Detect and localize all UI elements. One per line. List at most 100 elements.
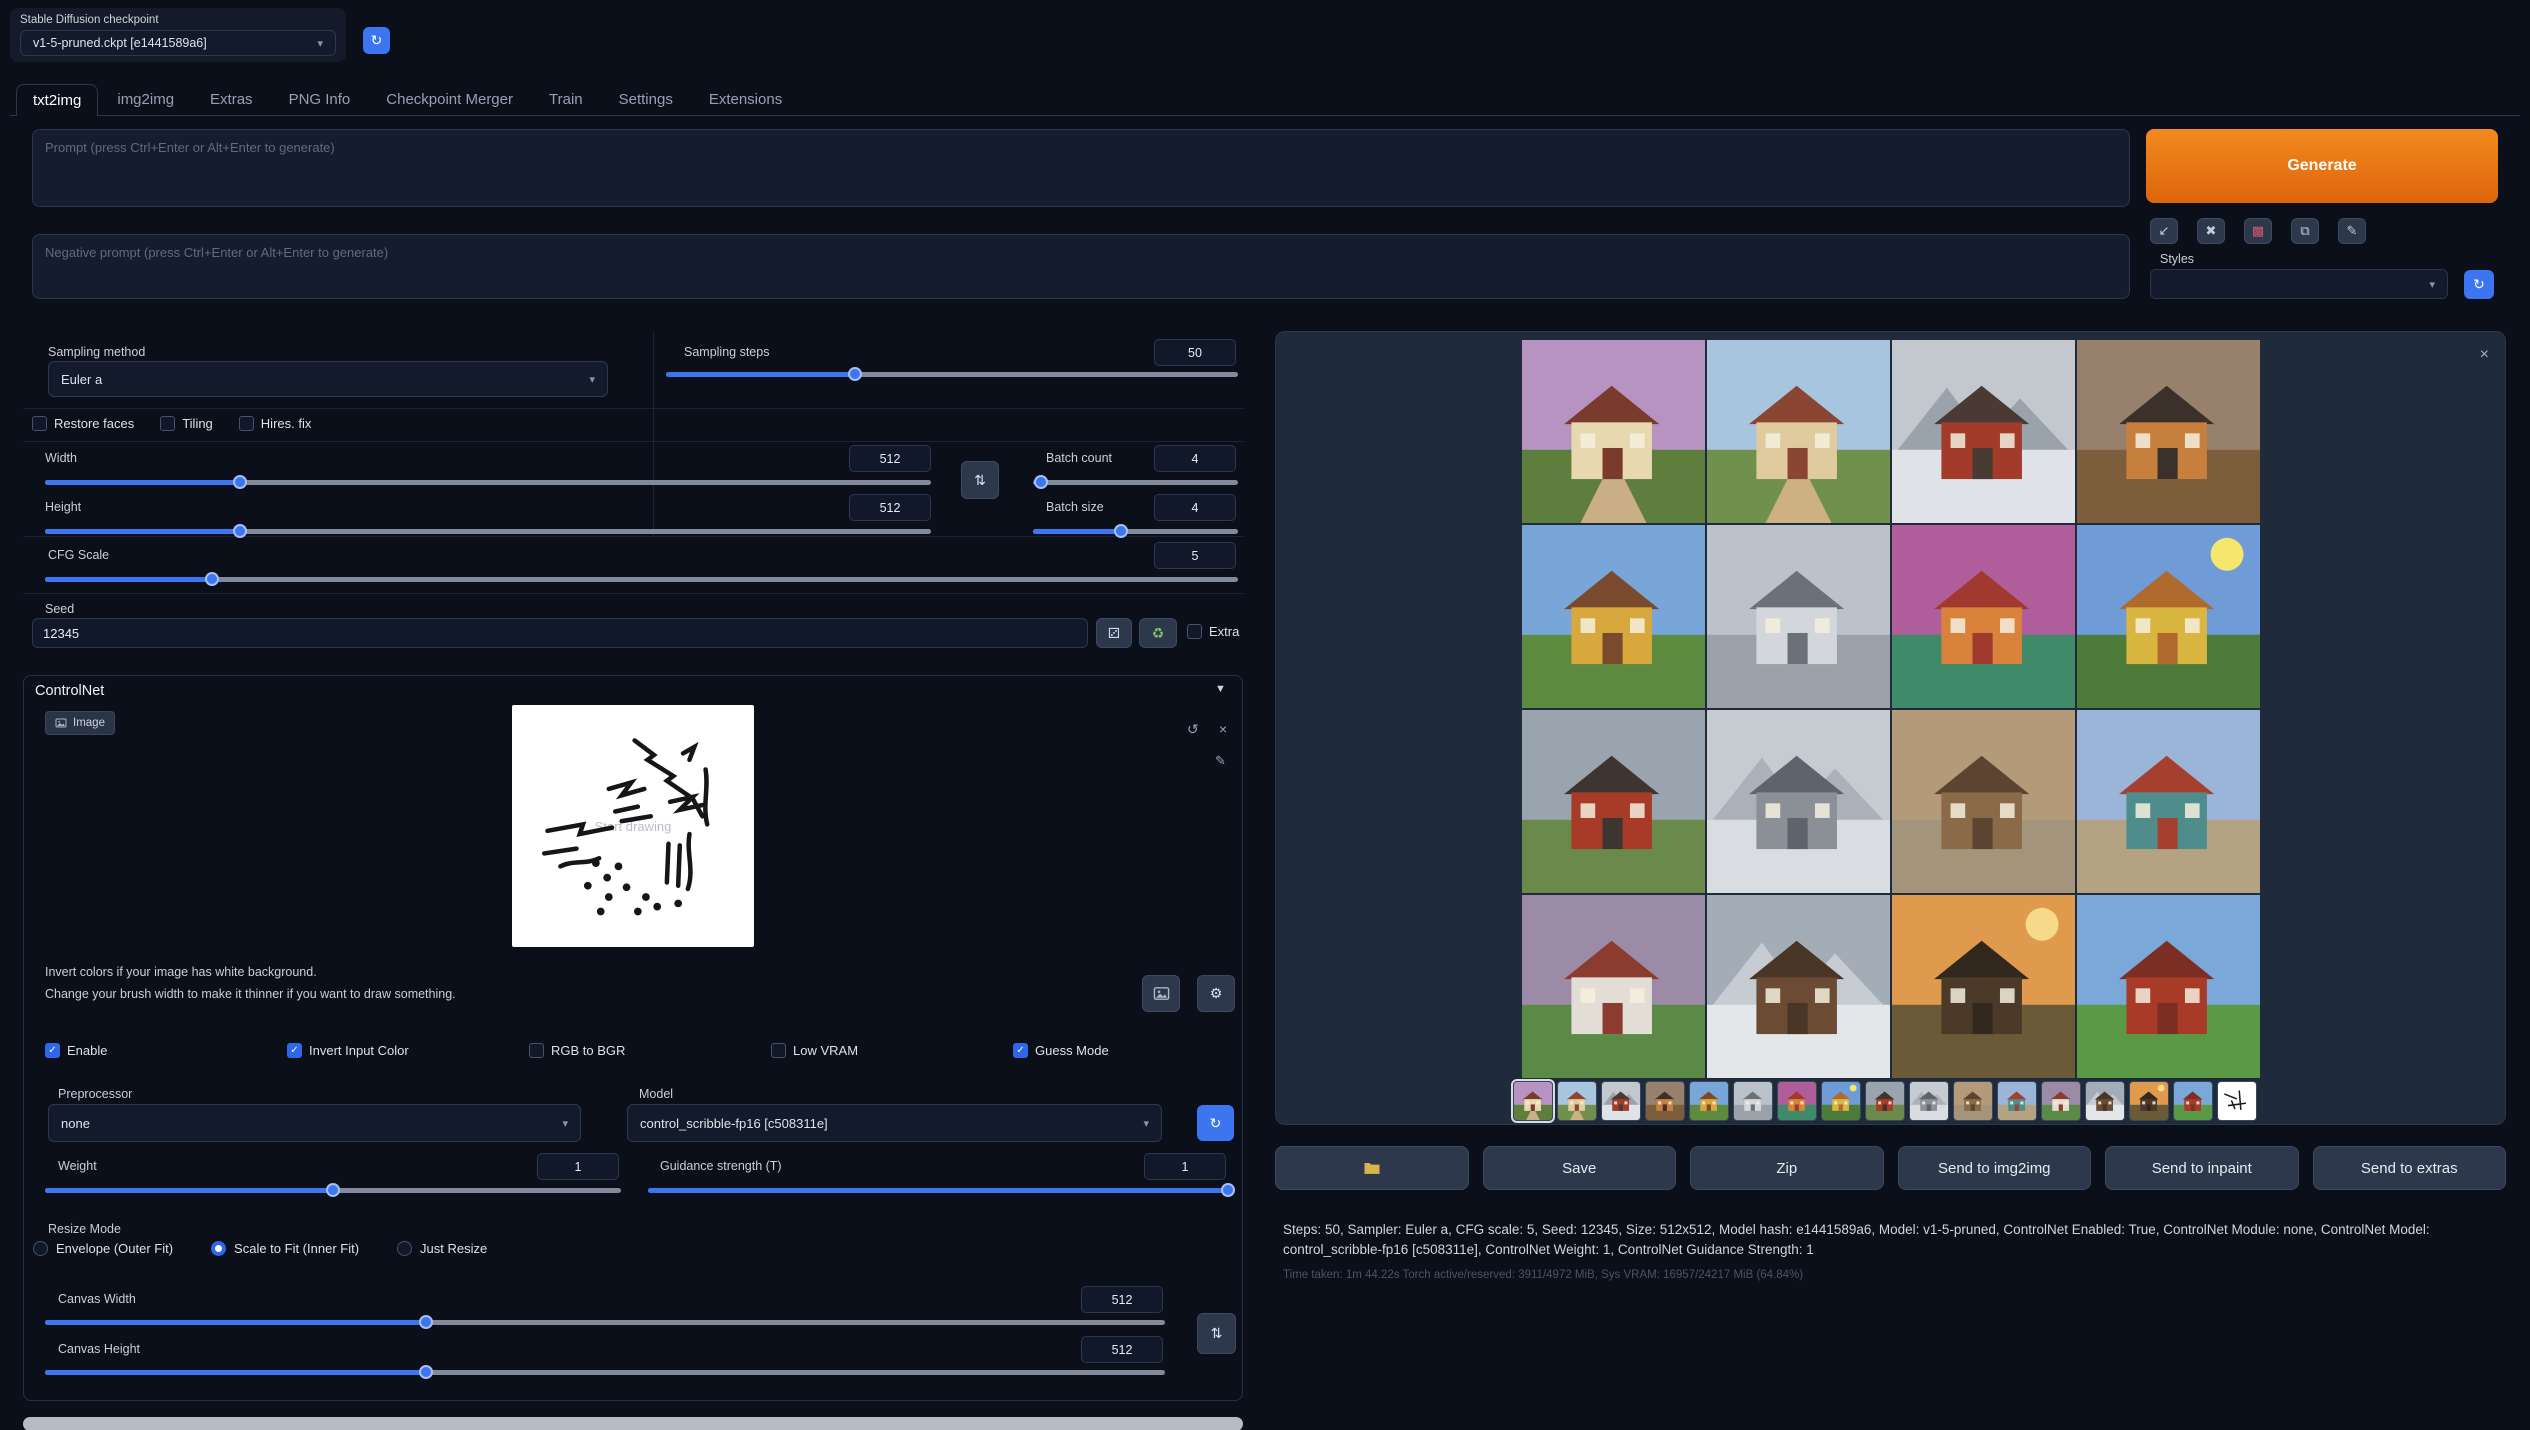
prompt-input[interactable] [32,129,2130,207]
save-button[interactable]: Save [1483,1146,1677,1190]
gallery-thumbnail[interactable] [1601,1081,1641,1121]
controlnet-image-tab[interactable]: Image [45,711,115,735]
tab-train[interactable]: Train [532,83,600,115]
gallery-thumbnail[interactable] [1821,1081,1861,1121]
slider-handle[interactable] [419,1315,433,1329]
guidance-strength-slider[interactable] [648,1183,1234,1197]
controlnet-title[interactable]: ControlNet [35,683,104,699]
slider-handle[interactable] [233,524,247,538]
guidance-strength-value[interactable]: 1 [1144,1153,1226,1180]
tab-checkpoint-merger[interactable]: Checkpoint Merger [369,83,530,115]
checkbox-invert-input-color[interactable]: ✓Invert Input Color [287,1043,529,1058]
batch-size-slider[interactable] [1033,524,1238,538]
slider-handle[interactable] [205,572,219,586]
sampling-steps-slider[interactable] [666,367,1238,381]
accordion-caret-icon[interactable]: ▼ [1215,683,1226,695]
model-select[interactable]: control_scribble-fp16 [c508311e] ▾ [627,1104,1162,1142]
sampling-method-select[interactable]: Euler a ▾ [48,361,608,397]
slider-handle[interactable] [848,367,862,381]
gallery-image[interactable] [1892,710,2075,893]
new-canvas-button[interactable] [1142,975,1180,1012]
open-folder-button[interactable] [1275,1146,1469,1190]
refresh-model-button[interactable]: ↻ [1197,1105,1234,1141]
random-seed-button[interactable]: ⚂ [1096,618,1132,648]
tab-extras[interactable]: Extras [193,83,270,115]
clear-image-icon[interactable]: × [1219,721,1227,737]
height-slider[interactable] [45,524,931,538]
gallery-thumbnail[interactable] [2085,1081,2125,1121]
gallery-image[interactable] [1522,340,1705,523]
swap-width-height-button[interactable]: ⇅ [961,461,999,499]
refresh-checkpoint-button[interactable]: ↻ [363,27,390,54]
checkbox-rgb-to-bgr[interactable]: RGB to BGR [529,1043,771,1058]
gallery-thumbnail[interactable] [1557,1081,1597,1121]
tab-txt2img[interactable]: txt2img [16,84,98,116]
refresh-styles-button[interactable]: ↻ [2464,270,2494,299]
swap-canvas-dimensions-button[interactable]: ⇅ [1197,1313,1236,1354]
batch-size-value[interactable]: 4 [1154,494,1236,521]
width-value[interactable]: 512 [849,445,931,472]
gallery-thumbnail[interactable] [1513,1081,1553,1121]
checkbox-enable[interactable]: ✓Enable [45,1043,287,1058]
generate-button[interactable]: Generate [2146,129,2498,203]
canvas-height-slider[interactable] [45,1365,1165,1379]
gallery-image[interactable] [1522,895,1705,1078]
gallery-image[interactable] [1707,895,1890,1078]
canvas-height-value[interactable]: 512 [1081,1336,1163,1363]
gallery-thumbnail[interactable] [2129,1081,2169,1121]
canvas-width-value[interactable]: 512 [1081,1286,1163,1313]
radio-just-resize[interactable]: Just Resize [397,1241,487,1256]
gallery-thumbnail[interactable] [1777,1081,1817,1121]
gallery-image[interactable] [2077,895,2260,1078]
batch-count-value[interactable]: 4 [1154,445,1236,472]
tab-img2img[interactable]: img2img [100,83,191,115]
checkbox-hires-fix[interactable]: Hires. fix [239,416,312,431]
tab-extensions[interactable]: Extensions [692,83,799,115]
controlnet-drawing-canvas[interactable]: Start drawing [512,705,754,947]
brush-icon[interactable]: ✎ [1215,753,1226,769]
gallery-image[interactable] [1892,340,2075,523]
gallery-image[interactable] [2077,340,2260,523]
gallery-image[interactable] [1707,710,1890,893]
gallery-thumbnail[interactable] [2217,1081,2257,1121]
cfg-scale-value[interactable]: 5 [1154,542,1236,569]
gallery-image[interactable] [1707,340,1890,523]
preprocessor-select[interactable]: none ▾ [48,1104,581,1142]
gallery-thumbnail[interactable] [1645,1081,1685,1121]
tab-png-info[interactable]: PNG Info [272,83,368,115]
radio-scale-to-fit-inner-fit[interactable]: Scale to Fit (Inner Fit) [211,1241,359,1256]
weight-slider[interactable] [45,1183,621,1197]
gallery-thumbnail[interactable] [2041,1081,2081,1121]
slider-handle[interactable] [1221,1183,1235,1197]
close-gallery-icon[interactable]: × [2480,346,2489,364]
send-to-img2img-button[interactable]: Send to img2img [1898,1146,2092,1190]
checkbox-tiling[interactable]: Tiling [160,416,213,431]
zip-button[interactable]: Zip [1690,1146,1884,1190]
gallery-image[interactable] [2077,525,2260,708]
gallery-thumbnail[interactable] [1953,1081,1993,1121]
send-to-inpaint-button[interactable]: Send to inpaint [2105,1146,2299,1190]
negative-prompt-input[interactable] [32,234,2130,299]
gallery-image[interactable] [1707,525,1890,708]
slider-handle[interactable] [1114,524,1128,538]
paste-params-button[interactable]: ↙ [2150,218,2178,244]
reuse-seed-button[interactable]: ♻ [1139,618,1177,648]
checkbox-guess-mode[interactable]: ✓Guess Mode [1013,1043,1109,1058]
sampling-steps-value[interactable]: 50 [1154,339,1236,366]
apply-style-button[interactable]: ▩ [2244,218,2272,244]
copy-style-button[interactable]: ⧉ [2291,218,2319,244]
gallery-image[interactable] [2077,710,2260,893]
styles-select[interactable]: ▾ [2150,269,2448,299]
weight-value[interactable]: 1 [537,1153,619,1180]
gallery-thumbnail[interactable] [1689,1081,1729,1121]
height-value[interactable]: 512 [849,494,931,521]
slider-handle[interactable] [233,475,247,489]
gallery-thumbnail[interactable] [1733,1081,1773,1121]
slider-handle[interactable] [419,1365,433,1379]
send-to-extras-button[interactable]: Send to extras [2313,1146,2507,1190]
checkbox-low-vram[interactable]: Low VRAM [771,1043,1013,1058]
gallery-image[interactable] [1522,710,1705,893]
checkbox-extra-seed[interactable]: Extra [1187,624,1239,639]
clear-prompt-button[interactable]: ✖ [2197,218,2225,244]
gallery-thumbnail[interactable] [2173,1081,2213,1121]
